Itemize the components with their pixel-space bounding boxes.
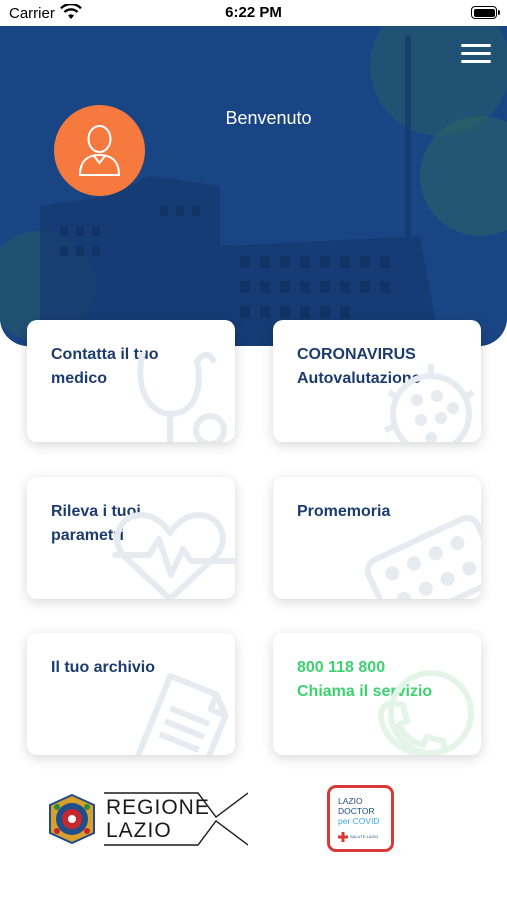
card-reminders[interactable]: Promemoria — [273, 477, 481, 599]
card-measure-parameters[interactable]: Rileva i tuoi parametri — [27, 477, 235, 599]
regione-lazio-arrow-decoration — [104, 792, 248, 846]
doctor-logo-line3: per COVID — [338, 816, 380, 826]
doctor-logo-line1: LAZIO — [338, 796, 363, 806]
lazio-doctor-covid-logo: LAZIO DOCTOR per COVID SALUTE LAZIO — [327, 785, 394, 852]
doctor-logo-line2: DOCTOR — [338, 806, 375, 816]
document-icon — [133, 672, 229, 755]
status-bar: Carrier 6:22 PM — [0, 0, 507, 26]
regione-lazio-logo: REGIONE LAZIO — [46, 791, 248, 847]
medical-cross-icon — [338, 832, 348, 842]
pills-icon — [364, 514, 481, 599]
stethoscope-icon — [137, 352, 227, 442]
user-icon — [78, 125, 121, 176]
hamburger-menu-icon[interactable] — [461, 44, 491, 64]
card-call-service[interactable]: 800 118 800 Chiama il servizio — [273, 633, 481, 755]
header-banner: Benvenuto — [0, 26, 507, 346]
battery-icon — [471, 6, 500, 19]
doctor-logo-line4: SALUTE LAZIO — [350, 834, 379, 839]
clock: 6:22 PM — [225, 4, 282, 21]
avatar[interactable] — [54, 105, 145, 196]
card-coronavirus-self-assessment[interactable]: CORONAVIRUS Autovalutazione — [273, 320, 481, 442]
virus-icon — [383, 364, 475, 442]
card-contact-doctor[interactable]: Contatta il tuo medico — [27, 320, 235, 442]
phone-icon — [377, 670, 474, 755]
card-archive[interactable]: Il tuo archivio — [27, 633, 235, 755]
heartbeat-icon — [112, 512, 235, 599]
